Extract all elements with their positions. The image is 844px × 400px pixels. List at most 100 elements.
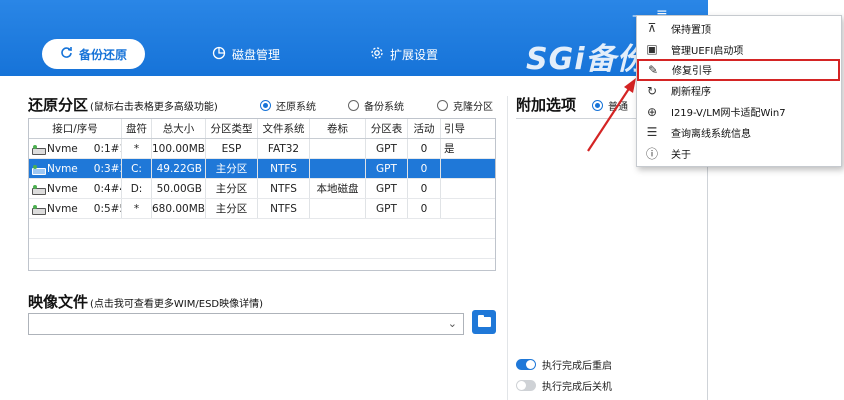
tab-backup-restore[interactable]: 备份还原 (42, 39, 146, 69)
menu-item-uefi-boot[interactable]: ▣ 管理UEFI启动项 (637, 39, 841, 60)
radio-dot (348, 100, 359, 111)
radio-dot (592, 100, 603, 111)
toggle-restart-after[interactable]: 执行完成后重启 (516, 357, 612, 372)
toggle-switch[interactable] (516, 380, 536, 391)
table-row-empty (29, 219, 495, 239)
col-header[interactable]: 活动 (408, 119, 441, 138)
boot-cell (441, 179, 495, 198)
iface-cell: Nvme0:5#5 (29, 199, 122, 218)
iface-cell: Nvme0:4#4 (29, 179, 122, 198)
table-row-selected[interactable]: Nvme0:3#3 C: 49.22GB 主分区 NTFS GPT 0 (29, 159, 495, 179)
tab-label: 扩展设置 (390, 47, 439, 62)
menu-item-label: 刷新程序 (671, 87, 711, 99)
partition-table[interactable]: 接口/序号 盘符 总大小 分区类型 文件系统 卷标 分区表 活动 引导 Nvme… (28, 118, 496, 271)
pie-chart-icon (212, 46, 226, 63)
folder-icon (477, 315, 491, 327)
toggle-label: 执行完成后重启 (542, 361, 612, 372)
label-cell: 本地磁盘 (310, 179, 366, 198)
ptype-cell: 主分区 (206, 199, 258, 218)
radio-backup-system[interactable]: 备份系统 (348, 98, 404, 113)
extra-options-title: 附加选项 (516, 96, 577, 114)
pin-icon: ⊼ (647, 21, 657, 36)
radio-normal[interactable]: 普通 (592, 98, 628, 113)
tab-label: 磁盘管理 (232, 47, 281, 62)
col-header[interactable]: 总大小 (152, 119, 206, 138)
disk-icon (32, 144, 46, 155)
image-hint[interactable]: (点击我可查看更多WIM/ESD映像详情) (90, 299, 263, 310)
label-cell (310, 199, 366, 218)
size-cell: 680.00MB (152, 199, 206, 218)
image-title: 映像文件 (28, 293, 89, 311)
disk-icon (32, 204, 46, 215)
browse-folder-button[interactable] (472, 310, 496, 334)
tab-label: 备份还原 (79, 47, 128, 62)
table-row[interactable]: Nvme0:5#5 * 680.00MB 主分区 NTFS GPT 0 (29, 199, 495, 219)
menu-item-repair-boot[interactable]: ✎ 修复引导 (637, 58, 840, 82)
refresh-icon (60, 46, 73, 62)
menu-item-label: 修复引导 (672, 66, 712, 78)
tab-disk-management[interactable]: 磁盘管理 (212, 39, 280, 69)
label-cell (310, 139, 366, 158)
drive-cell: * (122, 139, 152, 158)
radio-label: 还原系统 (276, 102, 316, 113)
col-header[interactable]: 接口/序号 (29, 119, 122, 138)
size-cell: 100.00MB (152, 139, 206, 158)
menu-item-offline-info[interactable]: ☰ 查询离线系统信息 (637, 122, 841, 143)
tab-extended-settings[interactable]: 扩展设置 (370, 39, 438, 69)
disk-icon (32, 164, 46, 175)
radio-label: 普通 (608, 102, 628, 113)
radio-label: 克隆分区 (453, 102, 493, 113)
menu-item-nic-win7[interactable]: ⊕ I219-V/LM网卡适配Win7 (637, 101, 841, 122)
context-menu: ⊼ 保持置顶 ▣ 管理UEFI启动项 ✎ 修复引导 ↻ 刷新程序 ⊕ I219-V/LM网… (636, 15, 842, 167)
image-file-select[interactable]: ⌄ (28, 313, 464, 335)
radio-dot (260, 100, 271, 111)
menu-item-refresh[interactable]: ↻ 刷新程序 (637, 80, 841, 101)
active-cell: 0 (408, 199, 441, 218)
menu-item-keep-on-top[interactable]: ⊼ 保持置顶 (637, 18, 841, 39)
image-section-title: 映像文件 (点击我可查看更多WIM/ESD映像详情) (28, 291, 263, 312)
size-cell: 49.22GB (152, 159, 206, 178)
restore-hint: (鼠标右击表格更多高级功能) (90, 102, 218, 113)
toggle-switch[interactable] (516, 359, 536, 370)
radio-restore-system[interactable]: 还原系统 (260, 98, 316, 113)
col-header[interactable]: 分区类型 (206, 119, 258, 138)
active-cell: 0 (408, 139, 441, 158)
info-icon: ⓘ (645, 146, 658, 161)
col-header[interactable]: 卷标 (310, 119, 366, 138)
ptype-cell: 主分区 (206, 179, 258, 198)
restore-title: 还原分区 (28, 96, 89, 114)
pt-cell: GPT (366, 139, 408, 158)
panel-divider (507, 96, 508, 400)
toggle-shutdown-after[interactable]: 执行完成后关机 (516, 378, 612, 393)
restore-section-title: 还原分区 (鼠标右击表格更多高级功能) (28, 94, 218, 115)
col-header[interactable]: 引导 (441, 119, 495, 138)
list-icon: ☰ (646, 125, 658, 140)
globe-icon: ⊕ (646, 104, 658, 119)
radio-label: 备份系统 (364, 102, 404, 113)
drive-cell: D: (122, 179, 152, 198)
fs-cell: NTFS (258, 159, 310, 178)
boot-manager-icon: ▣ (646, 42, 658, 57)
col-header[interactable]: 文件系统 (258, 119, 310, 138)
col-header[interactable]: 分区表 (366, 119, 408, 138)
table-row[interactable]: Nvme0:4#4 D: 50.00GB 主分区 NTFS 本地磁盘 GPT 0 (29, 179, 495, 199)
menu-item-label: 查询离线系统信息 (671, 128, 751, 140)
radio-dot (437, 100, 448, 111)
iface-cell: Nvme0:1#1 (29, 139, 122, 158)
fs-cell: NTFS (258, 199, 310, 218)
radio-clone-partition[interactable]: 克隆分区 (437, 98, 493, 113)
menu-item-label: 关于 (671, 149, 691, 161)
table-row[interactable]: Nvme0:1#1 * 100.00MB ESP FAT32 GPT 0 是 (29, 139, 495, 159)
chevron-down-icon[interactable]: ⌄ (448, 317, 457, 330)
fs-cell: NTFS (258, 179, 310, 198)
menu-item-about[interactable]: ⓘ 关于 (637, 143, 841, 164)
boot-cell (441, 159, 495, 178)
pt-cell: GPT (366, 199, 408, 218)
boot-cell: 是 (444, 143, 455, 155)
iface-cell: Nvme0:3#3 (29, 159, 122, 178)
fs-cell: FAT32 (258, 139, 310, 158)
boot-cell (441, 199, 495, 218)
ptype-cell: ESP (206, 139, 258, 158)
label-cell (310, 159, 366, 178)
col-header[interactable]: 盘符 (122, 119, 152, 138)
